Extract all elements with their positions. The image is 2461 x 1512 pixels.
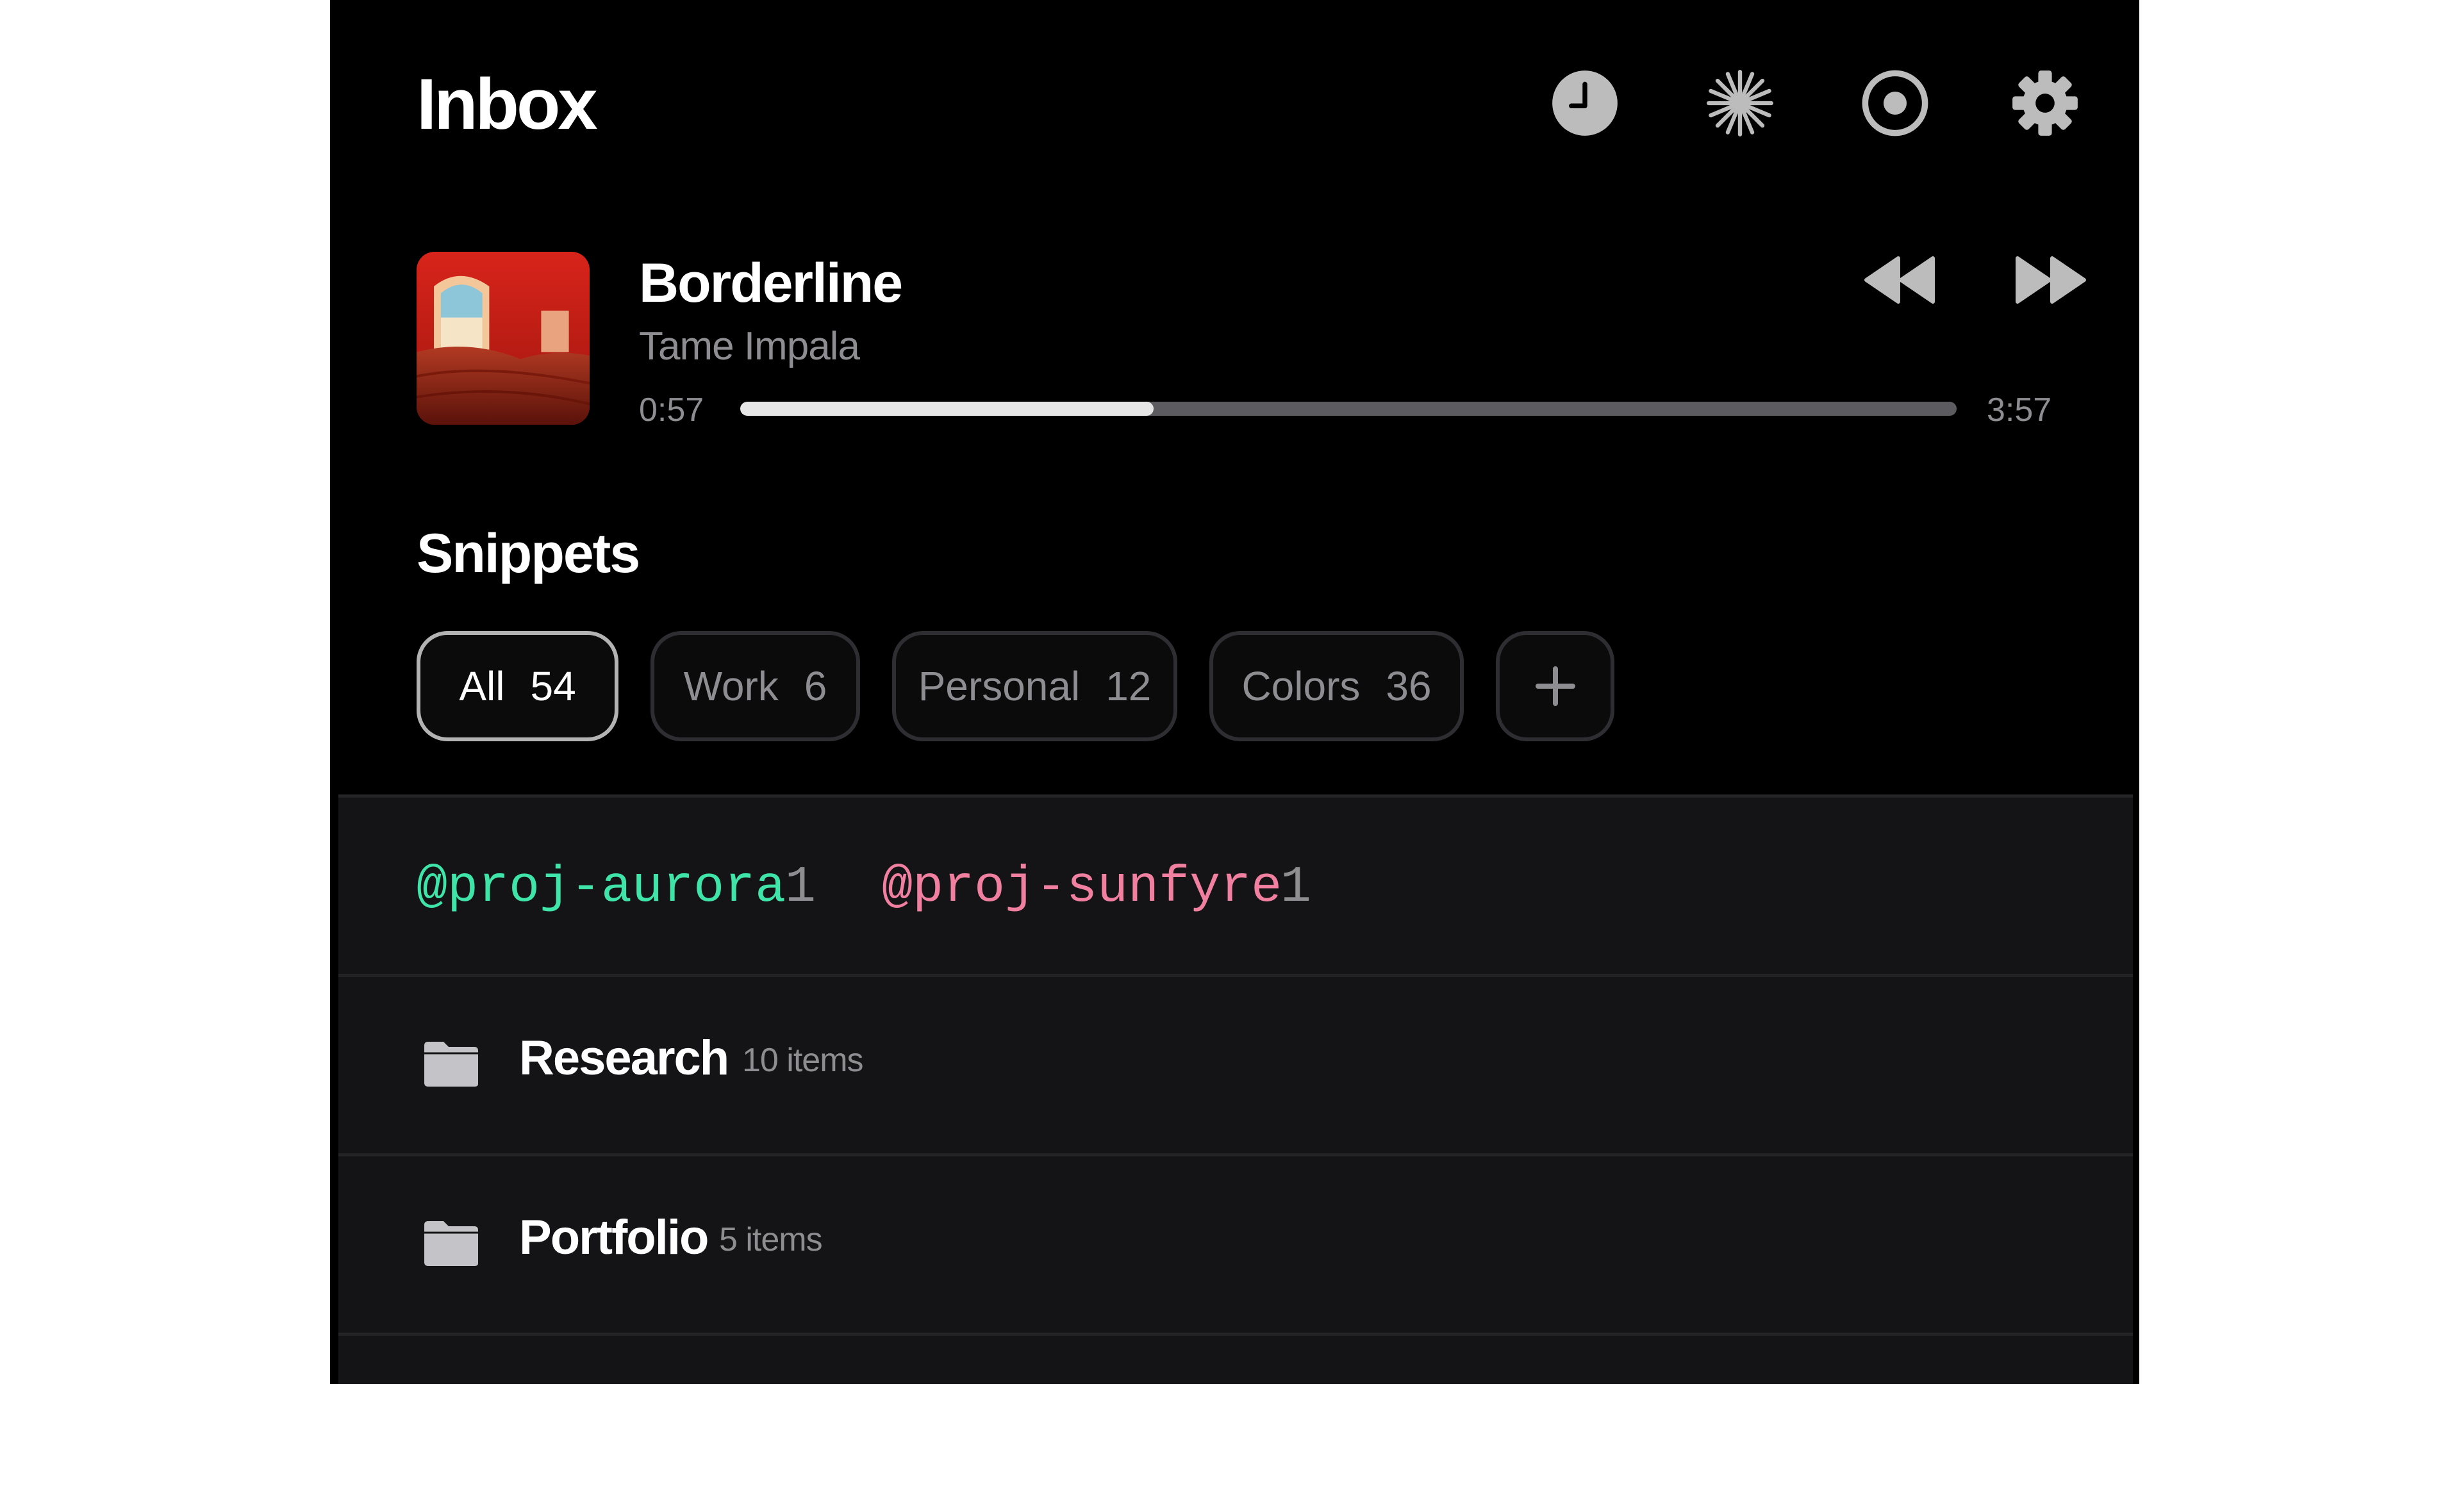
duration-time: 3:57 xyxy=(1987,391,2052,429)
track-title: Borderline xyxy=(639,252,903,314)
sparkle-icon[interactable] xyxy=(1706,69,1774,137)
fast-forward-button[interactable] xyxy=(2012,253,2089,307)
tag-proj-sunfyre[interactable]: @proj-sunfyre xyxy=(882,859,1282,917)
clock-icon[interactable] xyxy=(1551,69,1619,137)
progress-fill xyxy=(740,402,1154,416)
folder-icon xyxy=(422,1219,481,1267)
track-artist: Tame Impala xyxy=(639,324,860,368)
folder-icon xyxy=(422,1039,481,1088)
snippets-title: Snippets xyxy=(417,523,640,584)
add-chip-button[interactable] xyxy=(1496,631,1614,741)
record-icon[interactable] xyxy=(1861,69,1929,137)
elapsed-time: 0:57 xyxy=(639,391,704,429)
chip-label: Colors xyxy=(1241,663,1361,709)
chip-count: 54 xyxy=(530,663,576,709)
chip-label: Personal xyxy=(918,663,1081,709)
tag-count: 1 xyxy=(1280,859,1312,917)
album-art[interactable] xyxy=(417,252,590,425)
gear-icon[interactable] xyxy=(2011,69,2079,137)
window-corner-left xyxy=(192,0,336,144)
folder-item-count: 10 items xyxy=(742,1042,864,1079)
folder-name: Portfolio xyxy=(519,1210,709,1265)
chip-label: Work xyxy=(683,663,779,709)
chip-count: 6 xyxy=(804,663,827,709)
progress-bar[interactable] xyxy=(740,402,1957,416)
tag-proj-aurora[interactable]: @proj-aurora xyxy=(417,859,786,917)
chip-colors[interactable]: Colors 36 xyxy=(1209,631,1464,741)
chip-count: 12 xyxy=(1106,663,1152,709)
page-title: Inbox xyxy=(417,64,598,144)
rewind-button[interactable] xyxy=(1861,253,1938,307)
chip-personal[interactable]: Personal 12 xyxy=(892,631,1177,741)
plus-icon xyxy=(1535,666,1575,706)
folder-name: Research xyxy=(519,1031,729,1085)
chip-work[interactable]: Work 6 xyxy=(650,631,860,741)
window-corner-right xyxy=(2134,0,2282,144)
folder-item-count: 5 items xyxy=(719,1221,823,1258)
tag-count: 1 xyxy=(785,859,816,917)
folder-row-next xyxy=(338,1333,2133,1512)
chip-label: All xyxy=(459,663,505,709)
chip-all[interactable]: All 54 xyxy=(417,631,618,741)
chip-count: 36 xyxy=(1386,663,1432,709)
